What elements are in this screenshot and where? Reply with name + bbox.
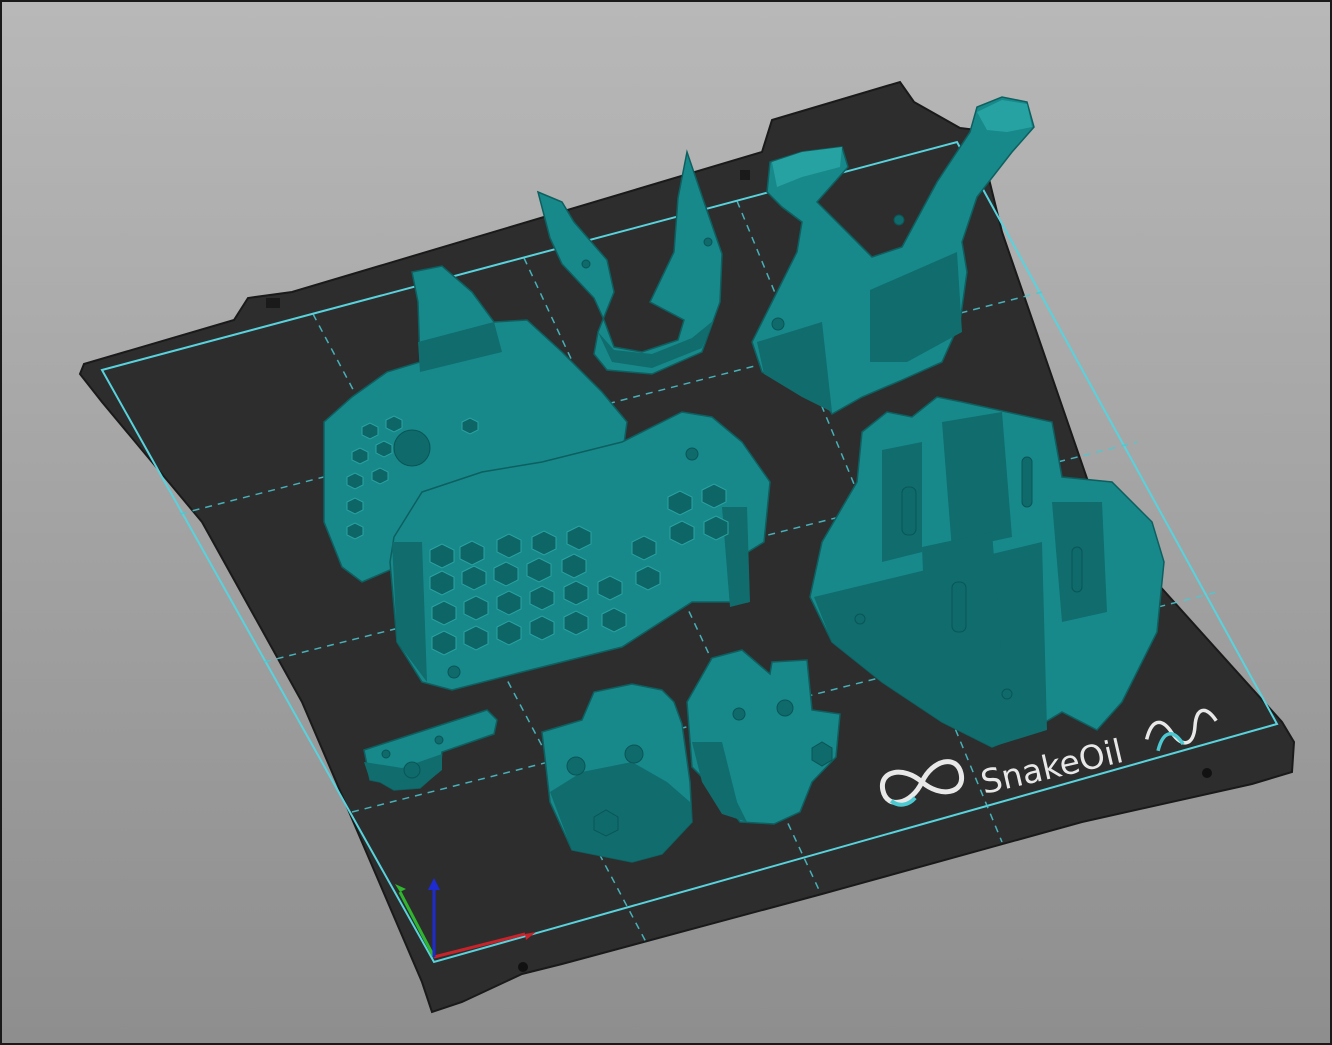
bed-mount-hole-right: [1202, 768, 1212, 778]
3d-viewport[interactable]: SnakeOil: [0, 0, 1332, 1045]
scene-canvas[interactable]: SnakeOil: [2, 2, 1332, 1045]
bed-notch-right: [740, 170, 750, 180]
bed-notch-left: [266, 298, 280, 308]
bed-mount-hole-bottom: [518, 962, 528, 972]
